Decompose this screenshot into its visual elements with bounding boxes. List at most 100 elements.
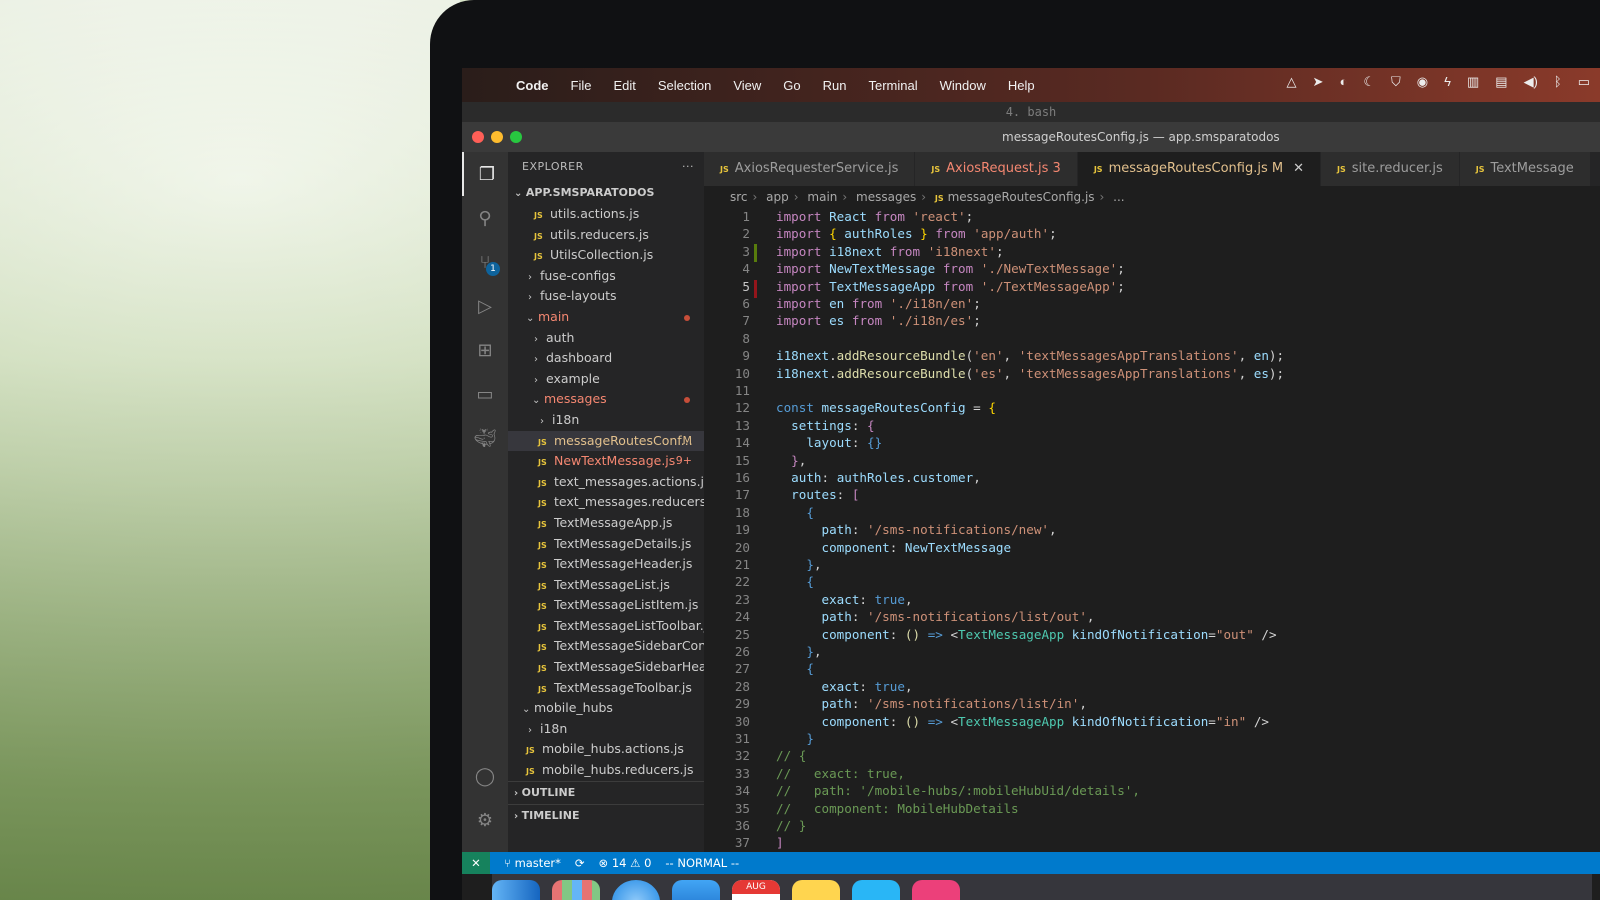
arrows-icon[interactable]: ➤ (1313, 74, 1324, 90)
code-line: path: '/sms-notifications/list/in', (821, 696, 1087, 712)
menubar-status-icons: △ ➤ ◐ ☾ ⛉ ◉ ϟ ▥ ▤ ◀) ᛒ ▭ (1287, 74, 1590, 90)
tree-file[interactable]: JS TextMessageToolbar.js (508, 678, 704, 699)
tree-file[interactable]: JS text_messages.actions.js (508, 472, 704, 493)
tab-message-routes-config[interactable]: JS messageRoutesConfig.js M ✕ (1077, 152, 1321, 186)
breadcrumb-item[interactable]: messageRoutesConfig.js (948, 190, 1095, 204)
tree-file[interactable]: JS UtilsCollection.js (508, 245, 704, 266)
vim-mode: -- NORMAL -- (665, 856, 740, 870)
menu-go[interactable]: Go (783, 78, 800, 93)
menu-selection[interactable]: Selection (658, 78, 711, 93)
tree-folder[interactable]: › dashboard (508, 348, 704, 369)
tree-file[interactable]: JS TextMessageSidebarHea... (508, 657, 704, 678)
code-line: path: '/sms-notifications/new', (821, 522, 1057, 538)
tree-file[interactable]: JS TextMessageListItem.js (508, 595, 704, 616)
tree-file[interactable]: JS text_messages.reducers.js (508, 492, 704, 513)
close-window-button[interactable] (472, 131, 484, 143)
menu-view[interactable]: View (733, 78, 761, 93)
maximize-window-button[interactable] (510, 131, 522, 143)
search-icon[interactable]: ⚲ (462, 196, 508, 240)
tree-folder[interactable]: › fuse-layouts (508, 286, 704, 307)
source-control-icon[interactable]: ⑂ 1 (462, 240, 508, 284)
tab-axios-request[interactable]: JS AxiosRequest.js 3 (915, 152, 1078, 186)
close-tab-icon[interactable]: ✕ (1293, 161, 1304, 176)
explorer-icon[interactable]: ❐ (462, 152, 510, 196)
music-icon[interactable] (912, 880, 960, 900)
tree-file[interactable]: JS mobile_hubs.actions.js (508, 739, 704, 760)
code-line: { (806, 504, 814, 520)
extensions-icon[interactable]: ⊞ (462, 328, 508, 372)
mail-icon[interactable] (672, 880, 720, 900)
code-comment-line: // path: '/mobile-hubs/:mobileHubUid/det… (776, 783, 1140, 799)
tree-file[interactable]: JS TextMessageApp.js (508, 513, 704, 534)
tree-file[interactable]: JS utils.actions.js (508, 204, 704, 225)
tree-folder[interactable]: › i18n (508, 410, 704, 431)
code-line: const messageRoutesConfig = { (776, 400, 996, 416)
more-actions-icon[interactable]: ··· (682, 152, 694, 182)
moon-icon[interactable]: ☾ (1363, 74, 1375, 90)
problems-indicator[interactable]: ⊗ 14 ⚠ 0 (599, 852, 652, 874)
menu-terminal[interactable]: Terminal (869, 78, 918, 93)
calendar-icon[interactable]: AUG (732, 880, 780, 900)
timeline-section[interactable]: › TIMELINE (508, 803, 704, 827)
app-store-icon[interactable] (852, 880, 900, 900)
menu-edit[interactable]: Edit (613, 78, 635, 93)
breadcrumb-item[interactable]: app (766, 190, 789, 204)
notes-icon[interactable] (792, 880, 840, 900)
menu-app-name[interactable]: Code (516, 78, 549, 93)
tree-file[interactable]: JS TextMessageDetails.js (508, 534, 704, 555)
tree-folder[interactable]: › i18n (508, 719, 704, 740)
code-editor[interactable]: 1 2 3 4 5 6 7 8 9 10 11 12 13 14 15 16 17 18 19 20 21 22 23 24 2… (704, 208, 1600, 853)
tree-folder[interactable]: ⌄ mobile_hubs (508, 698, 704, 719)
remote-indicator-icon[interactable]: ✕ (462, 852, 490, 874)
tree-folder[interactable]: › fuse-configs (508, 266, 704, 287)
tree-file[interactable]: JS TextMessageList.js (508, 575, 704, 596)
menu-help[interactable]: Help (1008, 78, 1035, 93)
menu-window[interactable]: Window (940, 78, 986, 93)
remote-explorer-icon[interactable]: ▭ (462, 372, 508, 416)
launchpad-icon[interactable] (552, 880, 600, 900)
tab-text-message[interactable]: JS TextMessage (1459, 152, 1591, 186)
tree-file[interactable]: JS mobile_hubs.reducers.js (508, 760, 704, 781)
breadcrumb-item[interactable]: ... (1113, 190, 1124, 204)
menu-run[interactable]: Run (823, 78, 847, 93)
tree-file[interactable]: JSTextMessageSidebarCont... (508, 636, 704, 657)
drive-icon[interactable]: △ (1287, 74, 1297, 90)
git-branch[interactable]: ⑂ master* (504, 852, 561, 874)
tab-axios-requester-service[interactable]: JS AxiosRequesterService.js (704, 152, 916, 186)
tree-file-error[interactable]: JS NewTextMessage.js 9+ (508, 451, 704, 472)
workspace-root[interactable]: ⌄ APP.SMSPARATODOS (508, 182, 704, 204)
breadcrumb-item[interactable]: src (730, 190, 748, 204)
explorer-sidebar: EXPLORER ··· ⌄ APP.SMSPARATODOS JS utils.… (508, 152, 704, 852)
tree-folder[interactable]: › auth (508, 328, 704, 349)
docker-icon[interactable]: 🐳︎ (462, 416, 508, 460)
memory-icon[interactable]: ▥ (1467, 74, 1479, 90)
run-debug-icon[interactable]: ▷ (462, 284, 508, 328)
safari-icon[interactable] (612, 880, 660, 900)
battery-icon[interactable]: ▭ (1578, 74, 1590, 90)
keyboard-icon[interactable]: ▤ (1495, 74, 1507, 90)
shield-icon[interactable]: ⛉ (1391, 74, 1401, 90)
tree-file-selected[interactable]: JS messageRoutesConf... M (508, 430, 704, 452)
breadcrumb-item[interactable]: main (807, 190, 837, 204)
line-number: 18 (734, 504, 750, 520)
sync-icon[interactable]: ⟳ (575, 852, 585, 874)
bluetooth-icon[interactable]: ᛒ (1554, 74, 1562, 90)
volume-icon[interactable]: ◀) (1524, 74, 1538, 90)
wifi-status-icon[interactable]: ◉ (1417, 74, 1428, 90)
finder-icon[interactable] (492, 880, 540, 900)
settings-gear-icon[interactable]: ⚙ (462, 798, 508, 842)
outline-section[interactable]: › OUTLINE (508, 780, 704, 804)
tree-folder[interactable]: › example (508, 369, 704, 390)
account-icon[interactable]: ◯ (462, 754, 508, 798)
menu-file[interactable]: File (571, 78, 592, 93)
bolt-icon[interactable]: ϟ (1444, 74, 1451, 90)
tree-file[interactable]: JS TextMessageListToolbar.js (508, 616, 704, 637)
tree-file[interactable]: JS TextMessageHeader.js (508, 554, 704, 575)
minimize-window-button[interactable] (491, 131, 503, 143)
tree-file[interactable]: JS utils.reducers.js (508, 225, 704, 246)
tree-folder-messages[interactable]: ⌄ messages (508, 389, 704, 410)
circle-icon[interactable]: ◐ (1339, 74, 1347, 90)
breadcrumb-item[interactable]: messages (856, 190, 916, 204)
tree-folder-main[interactable]: ⌄ main (508, 307, 704, 328)
tab-site-reducer[interactable]: JS site.reducer.js (1321, 152, 1460, 186)
